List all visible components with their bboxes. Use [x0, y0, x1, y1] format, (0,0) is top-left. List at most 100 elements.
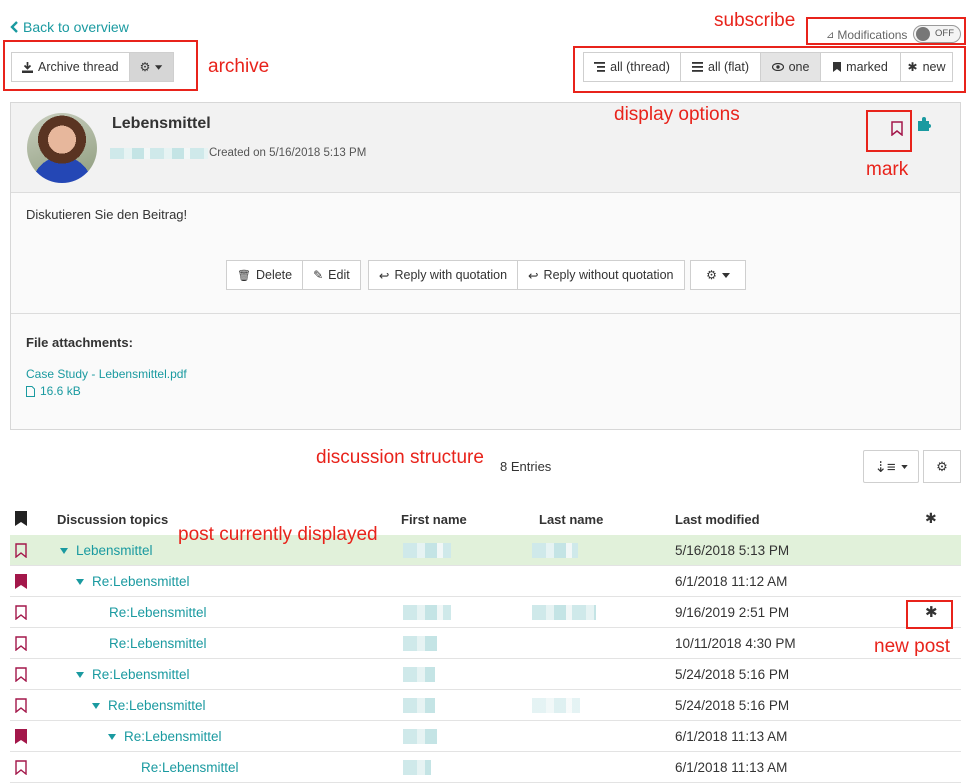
table-row[interactable]: Re:Lebensmittel 6/1/2018 11:12 AM — [10, 566, 961, 597]
bookmark-column-icon[interactable] — [15, 511, 27, 526]
reply-icon: ↩ — [528, 268, 539, 283]
annotation-post-displayed: post currently displayed — [178, 524, 378, 545]
row-topic-label: Re:Lebensmittel — [92, 574, 190, 589]
first-name-redacted — [403, 667, 435, 682]
row-topic-link[interactable]: Lebensmittel — [60, 535, 153, 566]
row-last-modified: 5/24/2018 5:16 PM — [675, 667, 790, 682]
row-last-modified: 10/11/2018 4:30 PM — [675, 636, 796, 651]
post-created: Created on 5/16/2018 5:13 PM — [209, 147, 367, 159]
chevron-left-icon — [10, 21, 18, 33]
row-bookmark-icon[interactable] — [15, 543, 27, 558]
annotation-archive: archive — [208, 56, 270, 77]
author-name-redacted — [110, 148, 208, 159]
attachments-divider — [11, 313, 960, 314]
annotation-new-post: new post — [874, 636, 951, 657]
post-actions: 🗑 Delete ✎ Edit — [226, 260, 361, 290]
entries-count: 8 Entries — [500, 459, 552, 474]
annotation-mark: mark — [866, 159, 909, 180]
annotation-subscribe-box — [806, 17, 966, 45]
attachment-link[interactable]: Case Study - Lebensmittel.pdf — [26, 367, 187, 381]
caret-down-icon[interactable] — [76, 672, 84, 679]
first-name-redacted — [403, 760, 431, 775]
row-topic-link[interactable]: Re:Lebensmittel — [76, 659, 190, 690]
caret-down-icon — [721, 272, 730, 278]
sort-icon: ⇣≡ — [874, 458, 896, 476]
row-topic-link[interactable]: Re:Lebensmittel — [141, 752, 239, 783]
reply-all-icon: ↩ — [379, 268, 390, 283]
annotation-display-box — [573, 46, 966, 93]
post-options-dropdown[interactable]: ⚙ — [690, 260, 746, 290]
first-name-redacted — [403, 636, 437, 651]
annotation-discussion-structure: discussion structure — [316, 447, 484, 468]
first-name-redacted — [403, 729, 437, 744]
row-bookmark-icon[interactable] — [15, 667, 27, 682]
row-topic-link[interactable]: Re:Lebensmittel — [108, 721, 222, 752]
last-name-redacted — [532, 605, 596, 620]
table-row[interactable]: Re:Lebensmittel 9/16/2019 2:51 PM ✱ — [10, 597, 961, 628]
row-last-modified: 6/1/2018 11:13 AM — [675, 760, 788, 775]
annotation-mark-box — [866, 110, 912, 152]
caret-down-icon[interactable] — [92, 703, 100, 710]
pdf-file-icon — [26, 385, 35, 397]
annotation-new-box — [906, 600, 953, 629]
table-controls: ⇣≡ — [863, 450, 919, 483]
row-bookmark-icon[interactable] — [15, 729, 27, 744]
table-row[interactable]: Re:Lebensmittel 10/11/2018 4:30 PM — [10, 628, 961, 659]
delete-button[interactable]: 🗑 Delete — [226, 260, 304, 290]
col-topics[interactable]: Discussion topics — [57, 512, 168, 527]
caret-down-icon[interactable] — [108, 734, 116, 741]
gear-icon: ⚙ — [936, 458, 948, 474]
trash-icon: 🗑 — [237, 269, 251, 282]
col-first-name[interactable]: First name — [401, 512, 467, 527]
table-settings-button[interactable]: ⚙ — [923, 450, 961, 483]
reply-with-quotation-button[interactable]: ↩ Reply with quotation — [368, 260, 519, 290]
annotation-archive-box — [3, 40, 198, 91]
table-settings: ⚙ — [923, 450, 961, 483]
caret-down-icon[interactable] — [60, 548, 68, 555]
col-last-name[interactable]: Last name — [539, 512, 603, 527]
row-bookmark-icon[interactable] — [15, 605, 27, 620]
row-bookmark-icon[interactable] — [15, 574, 27, 589]
row-last-modified: 6/1/2018 11:13 AM — [675, 729, 788, 744]
caret-down-icon — [900, 464, 908, 469]
reply-actions: ↩ Reply with quotation ↩ Reply without q… — [368, 260, 685, 290]
attachment-size: 16.6 kB — [26, 384, 81, 398]
attachments-title: File attachments: — [26, 335, 133, 350]
first-name-redacted — [403, 543, 451, 558]
first-name-redacted — [403, 605, 451, 620]
row-bookmark-icon[interactable] — [15, 636, 27, 651]
row-topic-link[interactable]: Re:Lebensmittel — [92, 690, 206, 721]
row-topic-link[interactable]: Re:Lebensmittel — [109, 597, 207, 628]
col-last-modified[interactable]: Last modified — [675, 512, 760, 527]
row-topic-label: Re:Lebensmittel — [141, 760, 239, 775]
row-topic-label: Re:Lebensmittel — [109, 636, 207, 651]
annotation-subscribe: subscribe — [714, 10, 796, 31]
annotation-display-options: display options — [614, 104, 740, 125]
row-topic-link[interactable]: Re:Lebensmittel — [109, 628, 207, 659]
reply-without-quotation-button[interactable]: ↩ Reply without quotation — [518, 260, 685, 290]
row-topic-label: Re:Lebensmittel — [108, 698, 206, 713]
post-more-actions: ⚙ — [690, 260, 746, 290]
table-row[interactable]: Re:Lebensmittel 5/24/2018 5:16 PM — [10, 659, 961, 690]
first-name-redacted — [403, 698, 435, 713]
table-row[interactable]: Re:Lebensmittel 6/1/2018 11:13 AM — [10, 752, 961, 783]
row-last-modified: 6/1/2018 11:12 AM — [675, 574, 788, 589]
row-topic-link[interactable]: Re:Lebensmittel — [76, 566, 190, 597]
sort-dropdown[interactable]: ⇣≡ — [863, 450, 919, 483]
post-panel: Lebensmittel Created on 5/16/2018 5:13 P… — [10, 102, 961, 430]
edit-button[interactable]: ✎ Edit — [303, 260, 361, 290]
author-avatar — [27, 113, 97, 183]
back-label: Back to overview — [23, 19, 129, 35]
table-row[interactable]: Re:Lebensmittel 5/24/2018 5:16 PM — [10, 690, 961, 721]
back-to-overview-link[interactable]: Back to overview — [10, 19, 129, 35]
table-row[interactable]: Re:Lebensmittel 6/1/2018 11:13 AM — [10, 721, 961, 752]
table-row[interactable]: Lebensmittel 5/16/2018 5:13 PM — [10, 535, 961, 566]
caret-down-icon[interactable] — [76, 579, 84, 586]
col-new[interactable]: ✱ — [925, 510, 937, 527]
row-topic-label: Lebensmittel — [76, 543, 153, 558]
edit-icon: ✎ — [313, 268, 324, 282]
puzzle-icon[interactable] — [916, 116, 934, 132]
last-name-redacted — [532, 698, 580, 713]
row-bookmark-icon[interactable] — [15, 698, 27, 713]
row-bookmark-icon[interactable] — [15, 760, 27, 775]
